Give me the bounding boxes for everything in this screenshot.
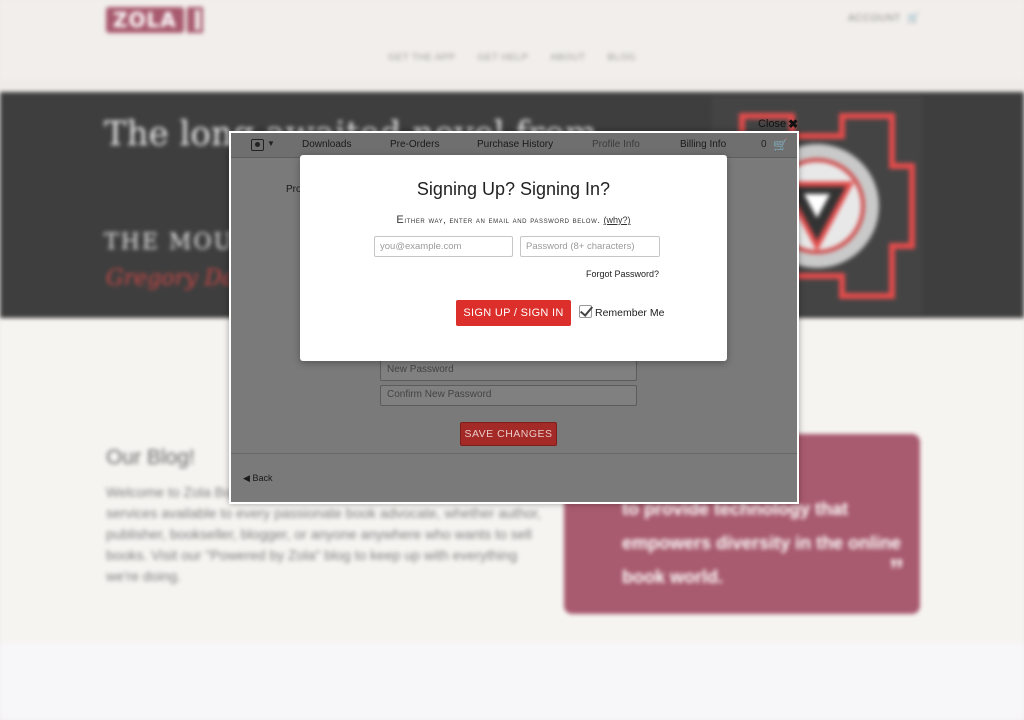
save-changes-button[interactable]: SAVE CHANGES <box>460 422 557 446</box>
remember-me-checkbox[interactable] <box>579 305 592 318</box>
close-quote-icon: ” <box>889 554 904 587</box>
tab-downloads[interactable]: Downloads <box>302 139 351 150</box>
hero-author: Gregory Day <box>106 266 248 291</box>
tab-purchase-history[interactable]: Purchase History <box>477 139 553 150</box>
divider <box>231 453 797 454</box>
password-field[interactable]: Password (8+ characters) <box>520 236 660 257</box>
site-nav: GET THE APP GET HELP ABOUT BLOG <box>0 52 1024 63</box>
modal-subtitle-text: ither way, enter an email and password b… <box>404 215 601 225</box>
cart-icon: 🛒 <box>907 13 920 24</box>
cart-count: 0 <box>761 139 767 150</box>
close-label: Close <box>758 118 787 130</box>
back-label: Back <box>252 473 273 483</box>
cart-icon[interactable]: 🛒 <box>773 138 788 152</box>
tab-profile-info[interactable]: Profile Info <box>592 139 640 150</box>
account-label: ACCOUNT <box>848 13 902 24</box>
site-footer <box>0 643 1024 720</box>
tab-pre-orders[interactable]: Pre-Orders <box>390 139 439 150</box>
close-button[interactable]: Close ✖ <box>758 117 798 131</box>
confirm-password-field[interactable]: Confirm New Password <box>380 385 637 406</box>
logo-text: ZOLA <box>106 7 184 33</box>
zola-logo[interactable]: ZOLA <box>106 6 203 34</box>
close-icon: ✖ <box>788 117 799 131</box>
sign-in-modal: Signing Up? Signing In? Either way, ente… <box>300 155 727 361</box>
new-password-field[interactable]: New Password <box>380 360 637 381</box>
chevron-down-icon[interactable]: ▼ <box>267 139 275 148</box>
user-icon[interactable] <box>251 139 264 151</box>
nav-get-the-app[interactable]: GET THE APP <box>388 52 455 63</box>
email-field[interactable]: you@example.com <box>374 236 513 257</box>
back-link[interactable]: ◀ Back <box>243 473 272 484</box>
modal-title: Signing Up? Signing In? <box>416 179 611 199</box>
tab-billing-info[interactable]: Billing Info <box>680 139 726 150</box>
blog-title: Our Blog! <box>106 446 195 469</box>
nav-about[interactable]: ABOUT <box>550 52 585 63</box>
logo-mark-icon <box>186 7 203 33</box>
account-link[interactable]: ACCOUNT 🛒 <box>848 13 920 24</box>
modal-subtitle: Either way, enter an email and password … <box>300 214 727 226</box>
nav-get-help[interactable]: GET HELP <box>477 52 528 63</box>
sign-up-sign-in-button[interactable]: SIGN UP / SIGN IN <box>456 300 571 326</box>
nav-blog[interactable]: BLOG <box>608 52 636 63</box>
remember-me-label[interactable]: Remember Me <box>595 307 664 319</box>
site-header: ZOLA ACCOUNT 🛒 GET THE APP GET HELP ABOU… <box>0 0 1024 80</box>
mission-text: to provide technology that empowers dive… <box>622 499 902 587</box>
forgot-password-link[interactable]: Forgot Password? <box>586 269 659 279</box>
why-link[interactable]: (why?) <box>604 215 631 225</box>
back-arrow-icon: ◀ <box>243 473 250 483</box>
